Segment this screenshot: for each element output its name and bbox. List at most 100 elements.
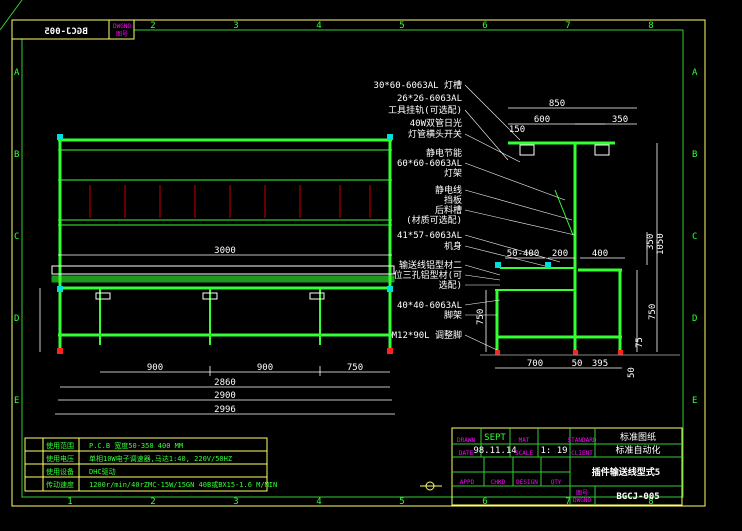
dim-150: 150 (509, 125, 525, 135)
callout-label: 40W双管日光 (410, 117, 462, 129)
grid-row-label: D (14, 314, 19, 324)
leader-line (464, 334, 498, 351)
dwg-label-cn: 图号 (576, 490, 588, 497)
dim-350-top: 350 (612, 115, 628, 125)
callout-label: 选配) (439, 279, 462, 291)
leader-line (464, 274, 501, 281)
dim-50: 50 (572, 359, 583, 369)
dwg-label: DWGNO (573, 497, 591, 504)
dim-200: 200 (552, 249, 568, 259)
client-label: CLIENT (571, 450, 593, 457)
callout-label: 挡板 (444, 194, 462, 206)
dim-75: 75 (635, 337, 645, 348)
grid-column-label: 2 (150, 21, 155, 31)
drawn-value: SEPT (484, 433, 506, 443)
dim-2860: 2860 (214, 378, 236, 388)
dim-1050: 1050 (656, 233, 666, 255)
dim-2900: 2900 (214, 391, 236, 401)
dim-900-a: 900 (147, 363, 163, 373)
spec-value-equipment: DHC驱动 (89, 467, 116, 476)
chkd-label: CHKD (491, 479, 506, 486)
date-label: DATE (459, 450, 474, 457)
grid-row-label: C (14, 232, 19, 242)
spec-table: 使用范围 P.C.B 宽度50-350 400 MM 使用电压 单相10W电子调… (24, 437, 277, 492)
callout-label: 输送线铝型材二 (399, 259, 462, 271)
spec-value-speed: 1200r/min/40rZMC-15W/15GN 40B或BX15-1.6 M… (89, 480, 277, 489)
front-view (51, 134, 395, 354)
callout-label: 60*60-6063AL (397, 159, 462, 169)
dim-395: 395 (592, 359, 608, 369)
mat-label: MAT (519, 437, 530, 444)
spec-label-equipment: 使用设备 (46, 467, 74, 476)
callout-label: 灯管横头开关 (408, 128, 462, 140)
callout-label: 位三孔铝型材(可 (394, 269, 462, 281)
leader-line (464, 189, 573, 221)
leader-line (464, 209, 576, 236)
callout-label: (材质可选配) (406, 214, 462, 226)
leader-line (464, 84, 521, 141)
scale-label: SCALE (515, 450, 533, 457)
grid-column-label: 6 (482, 21, 487, 31)
side-dimensions (485, 107, 658, 369)
grid-column-label: 4 (316, 21, 321, 31)
grid-row-label: A (14, 68, 20, 78)
standard-label: STANDARD (568, 437, 597, 444)
callout-label: 后料槽 (435, 204, 462, 216)
spec-label-voltage: 使用电压 (46, 454, 74, 463)
dim-400: 400 (592, 249, 608, 259)
date-value: 98.11.14 (473, 446, 516, 456)
mirror-drawing-number: BGCJ-005 (44, 27, 87, 37)
callout-label: 30*60-6063AL 灯槽 (374, 79, 462, 91)
callout-label: 26*26-6063AL (397, 94, 462, 104)
callout-label: 40*40-6063AL (397, 301, 462, 311)
inner-frame (21, 29, 684, 498)
scale-value: 1: 19 (540, 446, 567, 456)
dim-700: 700 (527, 359, 543, 369)
grid-column-label: 2 (150, 497, 155, 507)
spec-label-speed: 传动速度 (46, 480, 74, 489)
leader-line (464, 264, 501, 276)
callout-label: 工具挂轨(可选配) (388, 104, 462, 116)
dim-900-b: 900 (257, 363, 273, 373)
cursor-icon (420, 481, 442, 491)
appd-label: APPD (460, 479, 475, 486)
dim-3000: 3000 (214, 246, 236, 256)
dim-350-side: 350 (646, 234, 656, 250)
grid-row-label: B (692, 150, 697, 160)
leader-line (464, 133, 521, 163)
grid-column-label: 5 (399, 497, 404, 507)
qty-label: QTY (551, 479, 562, 486)
leader-line (464, 299, 501, 306)
drawing-title: 插件输送线型式5 (592, 466, 660, 478)
grid-column-label: 4 (316, 497, 321, 507)
drawn-label: DRAWN (457, 437, 475, 444)
dim-750-side: 750 (648, 304, 658, 320)
grid-row-label: A (692, 68, 698, 78)
callout-label: 41*57-6063AL (397, 231, 462, 241)
dim-2996: 2996 (214, 405, 236, 415)
callout-label: 灯架 (444, 168, 462, 179)
spec-value-range: P.C.B 宽度50-350 400 MM (89, 441, 183, 450)
grid-column-label: 1 (67, 497, 72, 507)
dim-850: 850 (549, 99, 565, 109)
dim-750: 750 (347, 363, 363, 373)
design-label: DESIGN (516, 479, 538, 486)
grid-row-label: D (692, 314, 697, 324)
grid-column-label: 8 (648, 21, 653, 31)
callout-label: M12*90L 调整脚 (392, 329, 462, 341)
grid-column-label: 3 (233, 21, 238, 31)
grid-row-label: C (692, 232, 697, 242)
grid-column-label: 3 (233, 497, 238, 507)
dim-600: 600 (534, 115, 550, 125)
spec-label-range: 使用范围 (46, 441, 74, 450)
callout-label: 静电线 (435, 184, 462, 196)
dwg-number: BGCJ-005 (616, 492, 659, 502)
grid-column-label: 5 (399, 21, 404, 31)
grid-row-label: E (692, 396, 697, 406)
dim-750-left: 750 (476, 309, 486, 325)
cad-drawing: 1122334455667788AABBCCDDEE BGCJ-005 DWGN… (0, 0, 706, 507)
grid-column-label: 7 (565, 21, 570, 31)
callout-label: 脚架 (444, 310, 462, 321)
mirror-dwg-label: DWGNO (113, 23, 131, 30)
dim-50-bottom: 50 (627, 367, 637, 378)
